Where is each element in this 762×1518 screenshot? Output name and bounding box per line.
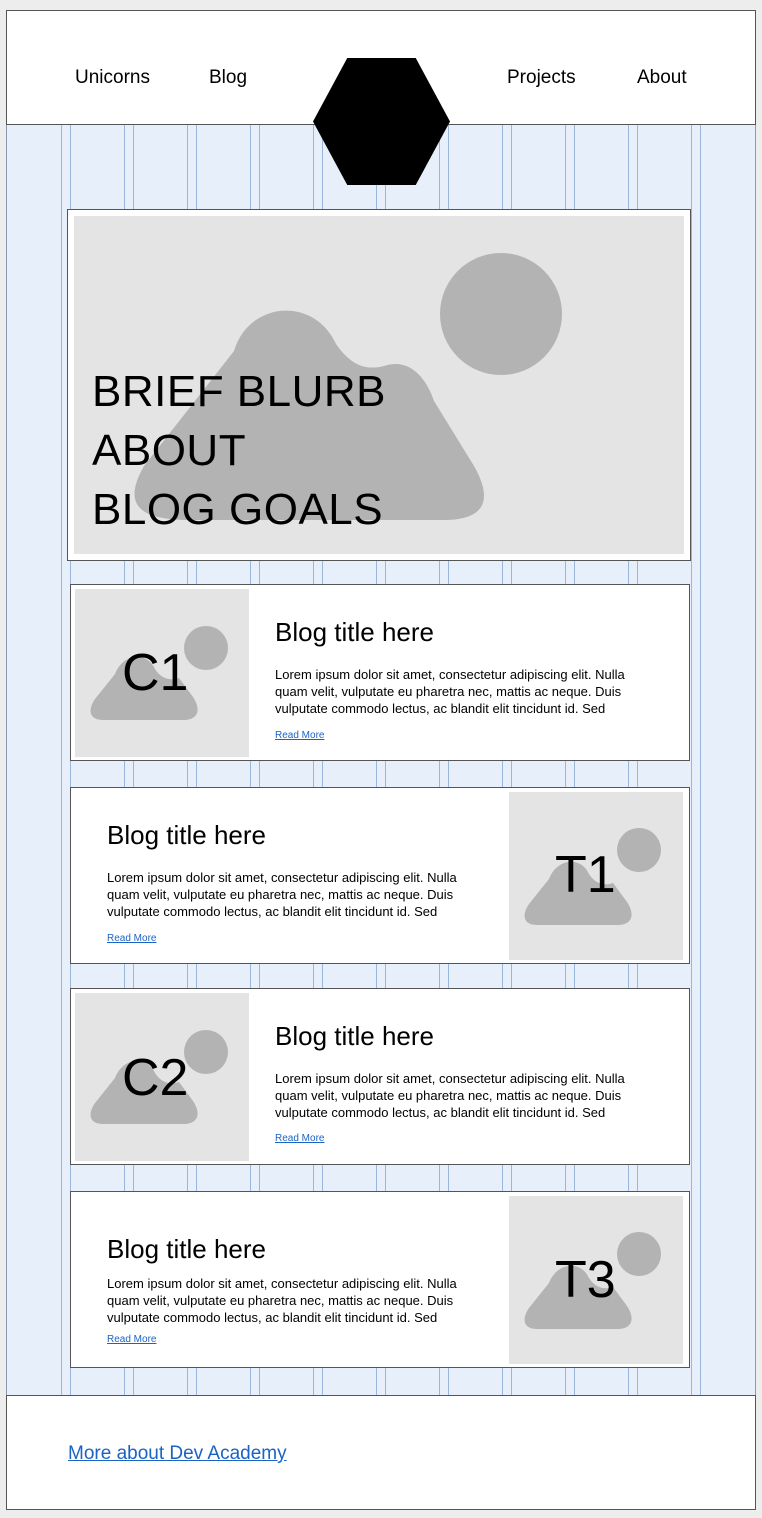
post-thumbnail: C2 (75, 993, 249, 1161)
post-thumbnail: T1 (509, 792, 683, 960)
thumbnail-code-label: T3 (555, 1251, 616, 1309)
nav-link-about[interactable]: About (637, 66, 687, 90)
blog-post-card: Blog title here Lorem ipsum dolor sit am… (70, 787, 690, 964)
blog-post-card: C2 Blog title here Lorem ipsum dolor sit… (70, 988, 690, 1165)
post-title: Blog title here (275, 1021, 434, 1051)
post-thumbnail: C1 (75, 589, 249, 757)
hero-blurb: BRIEF BLURB ABOUT BLOG GOALS (92, 367, 387, 534)
blog-post-card: C1 Blog title here Lorem ipsum dolor sit… (70, 584, 690, 761)
footer-dev-academy-link[interactable]: More about Dev Academy (68, 1442, 287, 1466)
site-footer: More about Dev Academy (6, 1395, 756, 1510)
thumbnail-code-label: C1 (122, 644, 189, 702)
post-title: Blog title here (275, 617, 434, 647)
post-title: Blog title here (107, 820, 266, 850)
thumbnail-code-label: C2 (122, 1049, 189, 1107)
post-excerpt: Lorem ipsum dolor sit amet, consectetur … (107, 1276, 457, 1325)
post-thumbnail: T3 (509, 1196, 683, 1364)
post-excerpt: Lorem ipsum dolor sit amet, consectetur … (107, 870, 457, 919)
nav-link-projects[interactable]: Projects (507, 66, 576, 90)
read-more-link[interactable]: Read More (107, 933, 156, 945)
read-more-link[interactable]: Read More (275, 730, 324, 742)
post-title: Blog title here (107, 1234, 266, 1264)
grid-column-line (691, 124, 701, 1396)
read-more-link[interactable]: Read More (275, 1133, 324, 1145)
nav-link-blog[interactable]: Blog (209, 66, 247, 90)
nav-link-unicorns[interactable]: Unicorns (75, 66, 150, 90)
thumbnail-code-label: T1 (555, 846, 616, 904)
read-more-link[interactable]: Read More (107, 1334, 156, 1346)
blog-post-card: Blog title here Lorem ipsum dolor sit am… (70, 1191, 690, 1368)
post-excerpt: Lorem ipsum dolor sit amet, consectetur … (275, 667, 625, 716)
post-excerpt: Lorem ipsum dolor sit amet, consectetur … (275, 1071, 625, 1120)
hero-banner: BRIEF BLURB ABOUT BLOG GOALS (67, 209, 691, 561)
